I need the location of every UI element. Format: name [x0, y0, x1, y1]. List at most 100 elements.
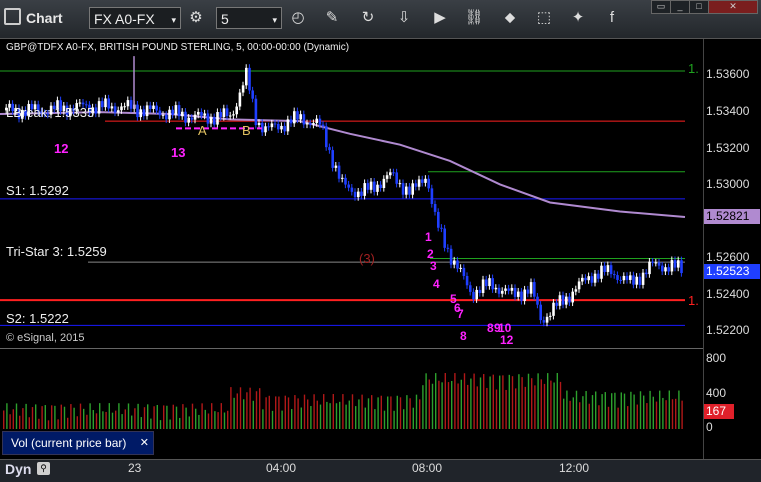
volume-bar	[355, 406, 357, 429]
draw-icon[interactable]: ✎	[320, 7, 344, 29]
candle-body	[571, 291, 574, 303]
volume-bar	[108, 403, 110, 429]
candle-body	[270, 123, 274, 128]
volume-bar	[377, 397, 379, 429]
play-icon[interactable]: ▶	[428, 7, 452, 29]
bracket-mark: (3)	[359, 251, 375, 266]
volume-bar	[3, 410, 5, 429]
symbol-input[interactable]: FX A0-FX ▾	[89, 7, 181, 29]
candle-body	[629, 275, 632, 280]
twitter-icon[interactable]: ✦	[566, 7, 590, 29]
get-icon[interactable]: ⇩	[392, 7, 416, 29]
tool-icon[interactable]: ⬥	[498, 7, 522, 29]
candle-body	[485, 279, 488, 287]
candle-body	[549, 315, 552, 317]
time-axis[interactable]: Dyn ⚲	[0, 459, 761, 482]
candle-body	[529, 282, 533, 294]
volume-bar	[457, 383, 459, 429]
volume-bar	[639, 391, 642, 429]
export-icon[interactable]: ⬚	[532, 7, 556, 29]
settings-icon[interactable]: ⚙	[184, 7, 208, 29]
close-button[interactable]: ✕	[708, 0, 758, 14]
chart-title: Chart	[4, 8, 63, 26]
volume-bar	[643, 395, 645, 429]
candle-body	[94, 107, 98, 114]
candle-body	[577, 281, 581, 290]
candle-body	[526, 289, 530, 294]
volume-bar	[559, 381, 562, 429]
interval-input[interactable]: 5 ▾	[216, 7, 282, 29]
volume-bar	[380, 395, 382, 429]
lock-icon[interactable]: ⚲	[37, 462, 50, 475]
volume-bar	[255, 391, 258, 429]
volume-bar	[326, 401, 328, 429]
price-chart[interactable]: GBP@TDFX A0-FX, BRITISH POUND STERLING, …	[0, 39, 703, 347]
volume-bar	[563, 398, 565, 429]
link-icon[interactable]: ⛓	[462, 7, 486, 29]
refresh-icon[interactable]: ↻	[356, 7, 380, 29]
volume-bar	[67, 417, 69, 429]
candle-body	[520, 291, 523, 301]
candle-body	[651, 261, 654, 263]
candle-body	[680, 260, 683, 274]
candle-body	[203, 113, 206, 116]
volume-bar	[569, 400, 571, 429]
candle-body	[654, 262, 658, 264]
candle-body	[635, 276, 638, 285]
candle-body	[405, 186, 408, 195]
candle-body	[625, 275, 629, 280]
volume-bar	[585, 391, 587, 429]
candle-body	[411, 183, 414, 195]
volume-bar	[595, 391, 597, 429]
maximize-button[interactable]: □	[689, 0, 709, 14]
volume-bar	[179, 417, 181, 429]
candle-body	[136, 104, 139, 118]
volume-bar	[438, 380, 440, 429]
facebook-icon[interactable]: f	[600, 7, 624, 29]
candle-body	[286, 119, 290, 132]
candle-body	[177, 105, 181, 117]
candle-body	[190, 117, 194, 120]
current-volume-tag: 167	[704, 404, 734, 419]
time-tick: 12:00	[559, 461, 590, 475]
candle-body	[478, 289, 482, 293]
candle-body	[328, 147, 331, 151]
candles-layer	[0, 56, 686, 327]
close-icon[interactable]: ✕	[140, 432, 149, 454]
window-menu-button[interactable]: ▭	[651, 0, 671, 14]
volume-bar	[201, 403, 203, 429]
candle-body	[613, 274, 616, 276]
volume-bar	[9, 414, 11, 429]
clock-icon[interactable]: ◴	[286, 7, 310, 29]
count-mark: 1	[425, 230, 432, 244]
volume-study-label[interactable]: Vol (current price bar) ✕	[2, 431, 154, 455]
candle-body	[504, 288, 507, 291]
volume-bar	[236, 393, 238, 429]
minimize-button[interactable]: _	[670, 0, 690, 14]
candle-body	[555, 302, 558, 306]
volume-bar	[351, 394, 354, 429]
candle-body	[533, 282, 536, 297]
volume-bar	[441, 382, 443, 429]
candle-body	[158, 110, 162, 116]
volume-bar	[121, 414, 123, 429]
candle-body	[561, 295, 565, 305]
volume-bar	[25, 403, 27, 429]
volume-bar	[239, 387, 242, 429]
candle-body	[501, 290, 504, 294]
volume-bar	[86, 414, 88, 429]
volume-bar	[60, 404, 62, 429]
volume-bar	[38, 418, 40, 429]
volume-bar	[406, 395, 408, 429]
volume-bar	[678, 390, 680, 429]
volume-bar	[188, 416, 190, 429]
volume-bar	[531, 378, 533, 429]
candle-body	[117, 110, 120, 113]
candle-body	[181, 111, 184, 117]
volume-bar	[675, 398, 677, 429]
volume-bar	[310, 406, 312, 429]
candle-body	[389, 172, 392, 176]
candle-body	[437, 211, 440, 228]
volume-bar	[371, 395, 373, 429]
volume-bar	[105, 411, 107, 429]
